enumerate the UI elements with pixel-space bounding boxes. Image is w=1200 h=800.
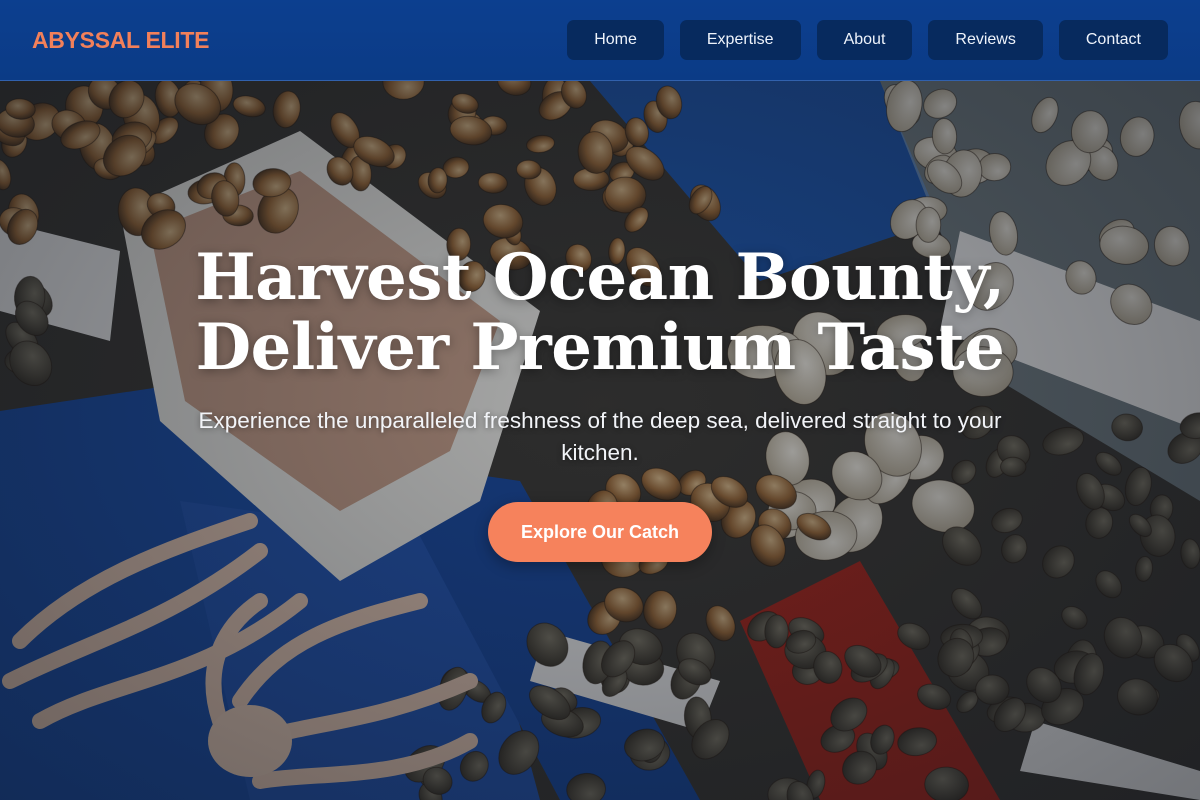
main-nav: Home Expertise About Reviews Contact: [567, 20, 1168, 60]
hero-title-line-1: Harvest Ocean Bounty,: [195, 240, 1005, 315]
nav-reviews-button[interactable]: Reviews: [928, 20, 1043, 60]
hero-subtitle: Experience the unparalleled freshness of…: [198, 408, 1002, 465]
hero-title-line-2: Deliver Premium Taste: [195, 310, 1005, 385]
explore-catch-button[interactable]: Explore Our Catch: [488, 502, 712, 562]
site-header: ABYSSAL ELITE Home Expertise About Revie…: [0, 0, 1200, 81]
nav-about-button[interactable]: About: [816, 20, 913, 60]
nav-contact-button[interactable]: Contact: [1058, 20, 1168, 60]
hero-content: Harvest Ocean Bounty, Deliver Premium Ta…: [0, 81, 1200, 800]
nav-expertise-button[interactable]: Expertise: [679, 20, 801, 60]
brand-logo[interactable]: ABYSSAL ELITE: [32, 27, 209, 54]
hero-title: Harvest Ocean Bounty, Deliver Premium Ta…: [0, 243, 1200, 383]
nav-home-button[interactable]: Home: [567, 20, 664, 60]
